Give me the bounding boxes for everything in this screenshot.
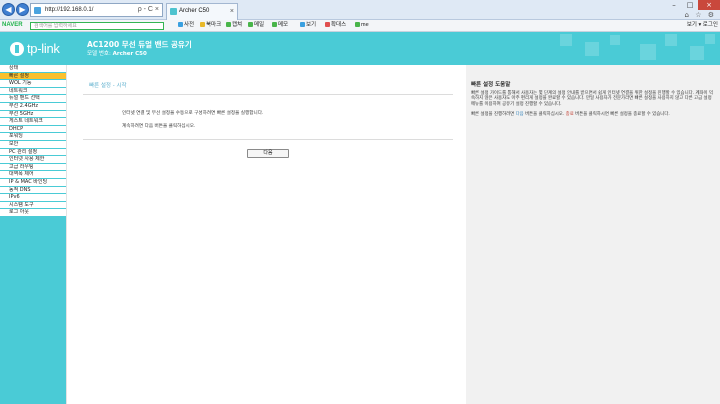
help-panel: 빠른 설정 도움말 빠른 설정 가이드를 통해서 사용자는 몇 단계의 설정 안…: [466, 65, 720, 404]
next-button[interactable]: 다음: [247, 149, 289, 158]
sidebar-item-advanced-routing[interactable]: 고급 라우팅: [0, 164, 66, 172]
maximize-button[interactable]: □: [682, 0, 698, 10]
sidebar-item-ipv6[interactable]: IPv6: [0, 194, 66, 202]
intro-text: 인터넷 연결 및 무선 설정을 수동으로 구성하려면 빠른 설정을 실행합니다.: [122, 111, 264, 116]
forward-icon: ▶: [19, 5, 26, 14]
help-next-link: 다음: [515, 112, 524, 117]
sidebar-item-quick-setup[interactable]: 빠른 설정: [0, 72, 66, 81]
me-icon: [355, 22, 360, 28]
sidebar-item-dual-band[interactable]: 듀얼 밴드 선택: [0, 95, 66, 103]
main-content: 빠른 설정 - 시작 인터넷 연결 및 무선 설정을 수동으로 구성하려면 빠른…: [66, 65, 466, 404]
naver-item-mail[interactable]: 메일: [248, 20, 264, 31]
help-body-actions: 빠른 설정을 진행하려면 다음 버튼을 클릭하십시오. 종료 버튼을 클릭하시면…: [471, 112, 670, 117]
help-exit-link: 종료: [565, 112, 574, 117]
back-icon: ◀: [5, 5, 12, 14]
sidebar-item-logout[interactable]: 로그 아웃: [0, 209, 66, 217]
sidebar-item-network[interactable]: 네트워크: [0, 88, 66, 96]
window-controls: – □ ×: [666, 0, 720, 10]
bookmark-icon: [200, 22, 205, 28]
naver-toolbar: NAVER 검색어를 입력하세요 사전 북마크 캡쳐 메일 메모 보기 확대스 …: [0, 20, 720, 32]
sidebar-item-ddns[interactable]: 동적 DNS: [0, 187, 66, 195]
sidebar: 상태 빠른 설정 WOL 기능 네트워크 듀얼 밴드 선택 무선 2.4GHz …: [0, 65, 66, 404]
decor-square: [560, 34, 572, 46]
sidebar-item-pc-management[interactable]: PC 관리 설정: [0, 149, 66, 157]
naver-search-input[interactable]: 검색어를 입력하세요: [30, 22, 164, 30]
sidebar-item-dhcp[interactable]: DHCP: [0, 126, 66, 134]
minimize-button[interactable]: –: [666, 0, 682, 10]
decor-square: [665, 34, 677, 46]
address-tools[interactable]: ρ - C ×: [138, 4, 159, 16]
tp-link-logo: tp-link: [10, 41, 60, 56]
instruction-text: 계속하려면 다음 버튼을 클릭하십시오.: [122, 124, 196, 129]
model-prefix: 모델 번호:: [87, 51, 111, 57]
forward-button[interactable]: ▶: [16, 3, 29, 16]
dictionary-icon: [178, 22, 183, 28]
back-button[interactable]: ◀: [2, 3, 15, 16]
tab-title: Archer C50: [179, 8, 210, 14]
decor-square: [610, 35, 620, 45]
help-body: 빠른 설정 가이드를 통해서 사용자는 몇 단계의 설정 안내를 받으면서 쉽게…: [471, 91, 714, 107]
capture-icon: [226, 22, 231, 28]
sidebar-item-wireless-5[interactable]: 무선 5GHz: [0, 111, 66, 119]
tp-link-logo-icon: [10, 41, 24, 56]
naver-item-capture[interactable]: 캡쳐: [226, 20, 242, 31]
tab-archer-c50[interactable]: Archer C50 ×: [166, 3, 238, 20]
naver-item-me[interactable]: me: [355, 20, 369, 31]
mail-icon: [248, 22, 253, 28]
sidebar-item-wireless-24[interactable]: 무선 2.4GHz: [0, 103, 66, 111]
sidebar-item-security[interactable]: 보안: [0, 141, 66, 149]
address-bar[interactable]: http://192.168.0.1/ ρ - C ×: [30, 3, 163, 17]
naver-item-zoom[interactable]: 보기: [300, 20, 316, 31]
site-favicon-icon: [34, 7, 41, 14]
decor-square: [585, 42, 599, 56]
sidebar-menu: 상태 빠른 설정 WOL 기능 네트워크 듀얼 밴드 선택 무선 2.4GHz …: [0, 65, 66, 217]
close-window-button[interactable]: ×: [698, 0, 720, 10]
sidebar-item-system-tools[interactable]: 시스템 도구: [0, 202, 66, 210]
sidebar-item-guest-network[interactable]: 게스트 네트워크: [0, 118, 66, 126]
memo-icon: [272, 22, 277, 28]
naver-item-bookmark[interactable]: 북마크: [200, 20, 221, 31]
address-text: http://192.168.0.1/: [45, 7, 94, 13]
sidebar-item-ip-mac-binding[interactable]: IP & MAC 바인딩: [0, 179, 66, 187]
sidebar-item-status[interactable]: 상태: [0, 65, 66, 73]
naver-logo: NAVER: [2, 22, 23, 28]
page-title: 빠른 설정 - 시작: [89, 83, 127, 89]
browser-tool-icons[interactable]: ⌂ ☆ ⚙: [685, 11, 716, 19]
tab-close-icon[interactable]: ×: [230, 4, 234, 19]
tab-favicon-icon: [170, 8, 177, 15]
zoom-icon: [300, 22, 305, 28]
decor-square: [705, 34, 715, 44]
sidebar-item-access-control[interactable]: 인터넷 사용 제한: [0, 156, 66, 164]
divider: [83, 94, 453, 95]
router-header: tp-link AC1200 무선 듀얼 밴드 공유기 모델 번호: Arche…: [0, 32, 720, 65]
model-name: Archer C50: [112, 51, 147, 57]
sidebar-item-wol[interactable]: WOL 기능: [0, 80, 66, 88]
naver-item-print[interactable]: 확대스: [325, 20, 346, 31]
browser-toolbar: ◀ ▶ http://192.168.0.1/ ρ - C × Archer C…: [0, 0, 720, 20]
print-icon: [325, 22, 330, 28]
divider: [83, 139, 453, 140]
help-title: 빠른 설정 도움말: [471, 82, 511, 88]
naver-right-tools[interactable]: 보기 ▾ 로그인: [687, 20, 718, 31]
logo-text: tp-link: [27, 41, 60, 56]
model-line: 모델 번호: Archer C50: [87, 49, 147, 57]
decor-square: [690, 46, 704, 60]
naver-item-memo[interactable]: 메모: [272, 20, 288, 31]
sidebar-item-forwarding[interactable]: 포워딩: [0, 133, 66, 141]
naver-item-dictionary[interactable]: 사전: [178, 20, 194, 31]
sidebar-item-bandwidth[interactable]: 대역폭 제어: [0, 171, 66, 179]
decor-square: [640, 44, 656, 60]
